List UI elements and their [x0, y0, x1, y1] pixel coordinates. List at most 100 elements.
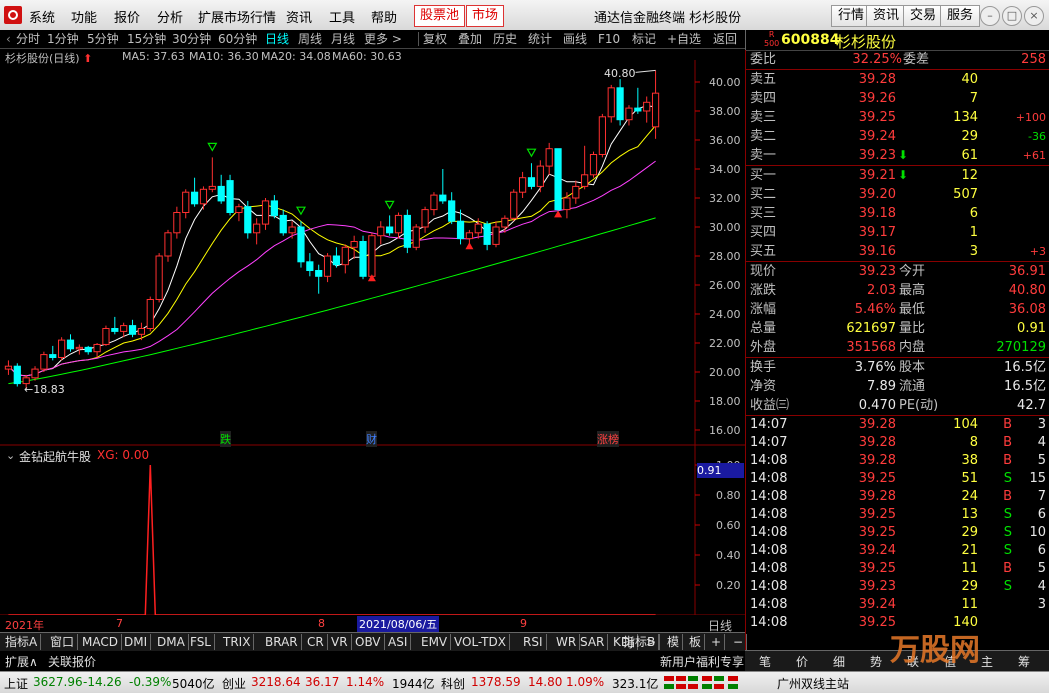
button-restore-rights[interactable]: 复权 [423, 31, 447, 47]
tab-period-15min[interactable]: 15分钟 [127, 31, 166, 47]
quote-row: 买二 39.20 507 [746, 185, 1049, 204]
indicator-tab[interactable]: CR [304, 634, 328, 650]
candle-body [146, 299, 154, 329]
indicator-tab[interactable]: 指标A [2, 634, 42, 650]
price-chart[interactable]: 40.00 38.00 36.00 34.00 32.00 30.00 28.00 26.00… [0, 60, 745, 615]
tick-price: 39.24 [858, 597, 896, 612]
indicator-tab[interactable]: SAR [577, 634, 609, 650]
menu-function[interactable]: 功能 [71, 7, 97, 26]
indicator-collapse-icon[interactable]: ⌄ [6, 449, 15, 462]
bid-volume: 3 [969, 244, 978, 259]
indicator-tab[interactable]: FSL [187, 634, 215, 650]
bid-volume: 6 [969, 206, 978, 221]
quote-tab[interactable]: 势 [870, 653, 882, 670]
expand-button[interactable]: 扩展∧ [5, 653, 38, 670]
menu-tools[interactable]: 工具 [329, 7, 355, 26]
indicator-tab[interactable]: VR [328, 634, 352, 650]
menu-stock-pool[interactable]: 股票池 [414, 5, 466, 27]
indicator-tab[interactable]: RSI [520, 634, 547, 650]
indicator-tab[interactable]: OBV [352, 634, 385, 650]
close-icon[interactable]: × [1024, 6, 1044, 26]
candle-body [235, 206, 243, 213]
minimize-icon[interactable]: – [980, 6, 1000, 26]
index-sh-pct: -0.39% [129, 675, 172, 689]
indicator-tab[interactable]: VOL-TDX [451, 634, 510, 650]
index-cy-name[interactable]: 创业 [222, 675, 246, 692]
tick-price: 39.25 [858, 525, 896, 540]
menu-help[interactable]: 帮助 [371, 7, 397, 26]
indicator-series-label: XG: 0.00 [97, 448, 150, 462]
indicator-tab-right[interactable]: + [708, 634, 726, 650]
indicator-tab-right[interactable]: 指标B [620, 634, 660, 650]
indicator-tab[interactable]: MACD [79, 634, 122, 650]
tab-period-fenshi[interactable]: 分时 [16, 31, 40, 47]
related-quote-button[interactable]: 关联报价 [48, 653, 96, 670]
top-button-trade[interactable]: 交易 [903, 5, 944, 27]
candle [315, 264, 323, 294]
menu-market[interactable]: 市场 [466, 5, 505, 27]
index-cy-amount: 1944亿 [392, 677, 435, 691]
tab-period-5min[interactable]: 5分钟 [87, 31, 119, 47]
top-button-service[interactable]: 服务 [940, 5, 981, 27]
indicator-tab[interactable]: 窗口 [47, 634, 79, 650]
quote-tab[interactable]: 细 [833, 653, 845, 670]
promo-link[interactable]: 新用户福利专享 [660, 653, 744, 670]
button-draw[interactable]: 画线 [563, 31, 587, 47]
ask-level-label: 卖一 [750, 148, 777, 163]
indicator-tab-right[interactable]: 板 [686, 634, 706, 650]
button-history[interactable]: 历史 [493, 31, 517, 47]
stat-value: 2.03 [867, 283, 896, 298]
indicator-tab[interactable]: DMA [154, 634, 189, 650]
event-marker-finance[interactable]: 财 [366, 431, 377, 447]
event-marker-rise-list[interactable]: 涨榜 [597, 431, 619, 447]
button-back[interactable]: 返回 [713, 31, 737, 47]
button-mark[interactable]: 标记 [632, 31, 656, 47]
candle [182, 189, 190, 219]
indicator-tab[interactable]: ASI [385, 634, 412, 650]
tick-count: 4 [1037, 435, 1046, 450]
quote-tab[interactable]: 筹 [1018, 653, 1030, 670]
indicator-title[interactable]: 金钻起航牛股 [19, 448, 91, 465]
index-sh-name[interactable]: 上证 [4, 675, 28, 692]
indicator-tab[interactable]: DMI [121, 634, 152, 650]
tab-period-30min[interactable]: 30分钟 [172, 31, 211, 47]
menu-quote[interactable]: 报价 [114, 7, 140, 26]
tab-period-daily[interactable]: 日线 [265, 31, 289, 47]
tab-period-60min[interactable]: 60分钟 [218, 31, 257, 47]
button-f10[interactable]: F10 [598, 31, 620, 47]
quote-tab[interactable]: 笔 [759, 653, 771, 670]
restore-icon[interactable]: □ [1002, 6, 1022, 26]
tick-price: 39.25 [858, 507, 896, 522]
quote-tab[interactable]: 主 [981, 653, 993, 670]
button-statistics[interactable]: 统计 [528, 31, 552, 47]
price-tick-label: 22.00 [709, 337, 741, 350]
top-button-info[interactable]: 资讯 [866, 5, 907, 27]
candle [253, 218, 261, 245]
tab-period-weekly[interactable]: 周线 [298, 31, 322, 47]
menu-info[interactable]: 资讯 [286, 7, 312, 26]
button-add-watchlist[interactable]: +自选 [667, 31, 701, 47]
indicator-tab[interactable]: EMV [418, 634, 452, 650]
menu-analysis[interactable]: 分析 [157, 7, 183, 26]
button-overlay[interactable]: 叠加 [458, 31, 482, 47]
indicator-tab[interactable]: BRAR [262, 634, 302, 650]
quote-tab[interactable]: 价 [796, 653, 808, 670]
tab-period-more[interactable]: 更多 > [364, 31, 402, 47]
stat-value: 621697 [846, 321, 896, 336]
tab-period-1min[interactable]: 1分钟 [47, 31, 79, 47]
indicator-tab[interactable]: TRIX [220, 634, 255, 650]
candle-body [244, 206, 252, 234]
menu-ext-market[interactable]: 扩展市场行情 [198, 7, 276, 26]
toolbar-collapse-icon[interactable]: ‹ [6, 31, 11, 47]
event-marker-drop[interactable]: 跌 [220, 431, 231, 447]
indicator-tab-right[interactable]: 模 [664, 634, 684, 650]
menu-system[interactable]: 系统 [29, 7, 55, 26]
tab-period-monthly[interactable]: 月线 [331, 31, 355, 47]
candle-body [128, 325, 137, 335]
tick-price: 39.28 [858, 453, 896, 468]
server-name[interactable]: 广州双线主站 [777, 675, 849, 692]
candle [288, 221, 296, 239]
top-button-quote[interactable]: 行情 [831, 5, 872, 27]
index-kc-name[interactable]: 科创 [441, 675, 465, 692]
candle-body [518, 177, 527, 193]
